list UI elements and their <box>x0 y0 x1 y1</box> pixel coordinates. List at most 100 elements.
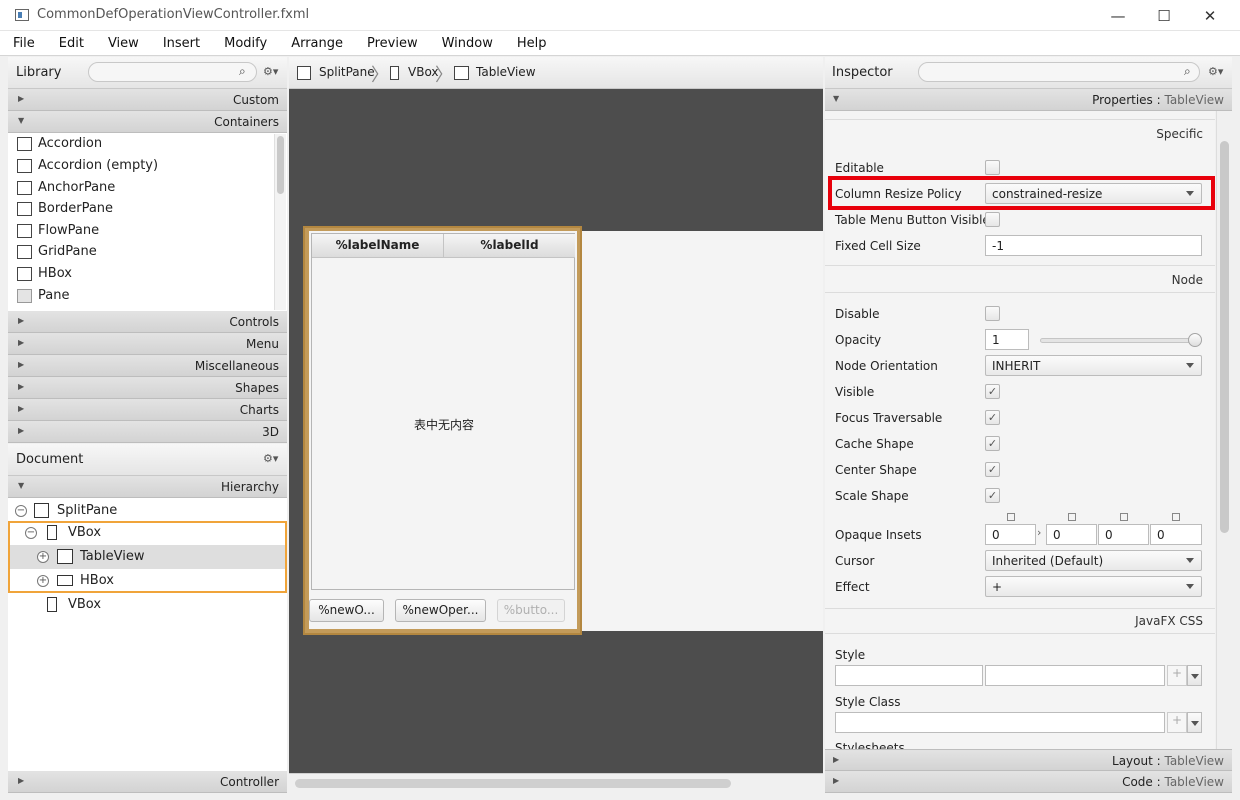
section-controller[interactable]: ▶ Controller <box>8 771 287 793</box>
tree-label: VBox <box>68 525 102 540</box>
focus-traversable-label: Focus Traversable <box>835 411 943 425</box>
menu-file[interactable]: File <box>0 31 46 56</box>
breadcrumb-splitpane[interactable]: SplitPane <box>319 65 375 79</box>
editable-checkbox[interactable] <box>985 160 1000 175</box>
editable-label: Editable <box>835 161 884 175</box>
menu-help[interactable]: Help <box>504 31 558 56</box>
menu-preview[interactable]: Preview <box>354 31 429 56</box>
tree-item-hbox[interactable]: + HBox <box>8 569 287 593</box>
inspector-scrollbar[interactable] <box>1216 111 1232 749</box>
tree-item-vbox[interactable]: − VBox <box>8 521 287 545</box>
inset-right-input[interactable]: 0 <box>1046 524 1097 545</box>
library-item-pane[interactable]: Pane <box>8 286 272 308</box>
menu-modify[interactable]: Modify <box>211 31 278 56</box>
library-search-input[interactable] <box>88 62 257 82</box>
cache-shape-label: Cache Shape <box>835 437 914 451</box>
library-item-hbox[interactable]: HBox <box>8 264 272 286</box>
menu-view[interactable]: View <box>95 31 150 56</box>
section-shapes[interactable]: ▶ Shapes <box>8 377 287 399</box>
library-item-flowpane[interactable]: FlowPane <box>8 221 272 243</box>
cursor-select[interactable]: Inherited (Default) <box>985 550 1202 571</box>
maximize-button[interactable]: ☐ <box>1141 0 1187 31</box>
chevron-down-icon <box>1191 674 1199 679</box>
layout-section[interactable]: ▶ Layout : TableView <box>825 749 1232 771</box>
tree-item-splitpane[interactable]: − SplitPane <box>8 499 287 523</box>
opacity-slider-thumb[interactable] <box>1188 333 1202 347</box>
code-label: Code <box>1122 775 1153 789</box>
library-item-accordion[interactable]: Accordion <box>8 134 272 156</box>
gear-icon[interactable]: ⚙▾ <box>1208 65 1223 78</box>
visible-checkbox[interactable]: ✓ <box>985 384 1000 399</box>
scrollbar-thumb[interactable] <box>295 779 731 788</box>
new-button-1[interactable]: %newO... <box>309 599 384 622</box>
inspector-header: Inspector ⌕ ⚙▾ <box>825 57 1232 89</box>
minimize-button[interactable]: — <box>1095 0 1141 31</box>
library-item-anchorpane[interactable]: AnchorPane <box>8 178 272 200</box>
style-class-input[interactable] <box>835 712 1165 733</box>
style-class-menu-button[interactable] <box>1187 712 1202 733</box>
javafx-css-label: JavaFX CSS <box>1135 614 1203 628</box>
table-menu-button-checkbox[interactable] <box>985 212 1000 227</box>
breadcrumb-tableview[interactable]: TableView <box>476 65 536 79</box>
effect-select[interactable]: + <box>985 576 1202 597</box>
menu-arrange[interactable]: Arrange <box>278 31 354 56</box>
menu-insert[interactable]: Insert <box>150 31 211 56</box>
style-value-input[interactable] <box>985 665 1165 686</box>
section-menu[interactable]: ▶ Menu <box>8 333 287 355</box>
focus-traversable-checkbox[interactable]: ✓ <box>985 410 1000 425</box>
style-property-input[interactable] <box>835 665 983 686</box>
tree-item-tableview[interactable]: + TableView <box>8 545 287 569</box>
fixed-cell-size-input[interactable]: -1 <box>985 235 1202 256</box>
tableview[interactable]: %labelName %labelId 表中无内容 <box>311 233 575 590</box>
inset-top-input[interactable]: 0 <box>985 524 1036 545</box>
collapse-icon[interactable]: − <box>25 527 37 539</box>
plus-icon[interactable]: + <box>1167 712 1187 733</box>
section-3d[interactable]: ▶ 3D <box>8 421 287 443</box>
scrollbar-thumb[interactable] <box>1220 141 1229 533</box>
node-orientation-select[interactable]: INHERIT <box>985 355 1202 376</box>
scrollbar-thumb[interactable] <box>277 136 284 194</box>
inspector-search-input[interactable] <box>918 62 1200 82</box>
plus-icon[interactable]: + <box>1167 665 1187 686</box>
section-hierarchy[interactable]: ▼ Hierarchy <box>8 476 287 498</box>
close-button[interactable]: ✕ <box>1187 0 1233 31</box>
opacity-input[interactable]: 1 <box>985 329 1029 350</box>
menu-edit[interactable]: Edit <box>46 31 95 56</box>
gear-icon[interactable]: ⚙▾ <box>263 65 278 78</box>
library-item-borderpane[interactable]: BorderPane <box>8 199 272 221</box>
style-menu-button[interactable] <box>1187 665 1202 686</box>
center-shape-checkbox[interactable]: ✓ <box>985 462 1000 477</box>
section-containers[interactable]: ▼ Containers <box>8 111 287 133</box>
properties-section[interactable]: ▼ Properties : TableView <box>825 89 1232 111</box>
scale-shape-checkbox[interactable]: ✓ <box>985 488 1000 503</box>
new-operation-button[interactable]: %newOper... <box>395 599 486 622</box>
collapse-icon[interactable]: − <box>15 505 27 517</box>
section-custom[interactable]: ▶ Custom <box>8 89 287 111</box>
code-section[interactable]: ▶ Code : TableView <box>825 771 1232 793</box>
canvas-h-scrollbar[interactable] <box>289 773 823 793</box>
layout-target: TableView <box>1164 754 1224 768</box>
disabled-button: %butto... <box>497 599 565 622</box>
library-scrollbar[interactable] <box>274 134 286 310</box>
node-label: Node <box>1171 273 1203 287</box>
menu-window[interactable]: Window <box>429 31 504 56</box>
expand-icon[interactable]: + <box>37 551 49 563</box>
breadcrumb-vbox[interactable]: VBox <box>408 65 439 79</box>
section-charts[interactable]: ▶ Charts <box>8 399 287 421</box>
library-item-gridpane[interactable]: GridPane <box>8 242 272 264</box>
cache-shape-checkbox[interactable]: ✓ <box>985 436 1000 451</box>
tree-item-vbox-2[interactable]: VBox <box>8 593 287 617</box>
gear-icon[interactable]: ⚙▾ <box>263 452 278 465</box>
expand-icon[interactable]: + <box>37 575 49 587</box>
library-item-accordion-empty[interactable]: Accordion (empty) <box>8 156 272 178</box>
opacity-slider-track[interactable] <box>1040 338 1196 343</box>
disable-checkbox[interactable] <box>985 306 1000 321</box>
column-header-labelid[interactable]: %labelId <box>444 234 575 258</box>
section-miscellaneous[interactable]: ▶ Miscellaneous <box>8 355 287 377</box>
properties-target: TableView <box>1164 93 1224 107</box>
section-controls[interactable]: ▶ Controls <box>8 311 287 333</box>
inset-left-input[interactable]: 0 <box>1150 524 1202 545</box>
search-icon: ⌕ <box>1184 64 1191 78</box>
inset-bottom-input[interactable]: 0 <box>1098 524 1149 545</box>
column-header-labelname[interactable]: %labelName <box>312 234 444 258</box>
